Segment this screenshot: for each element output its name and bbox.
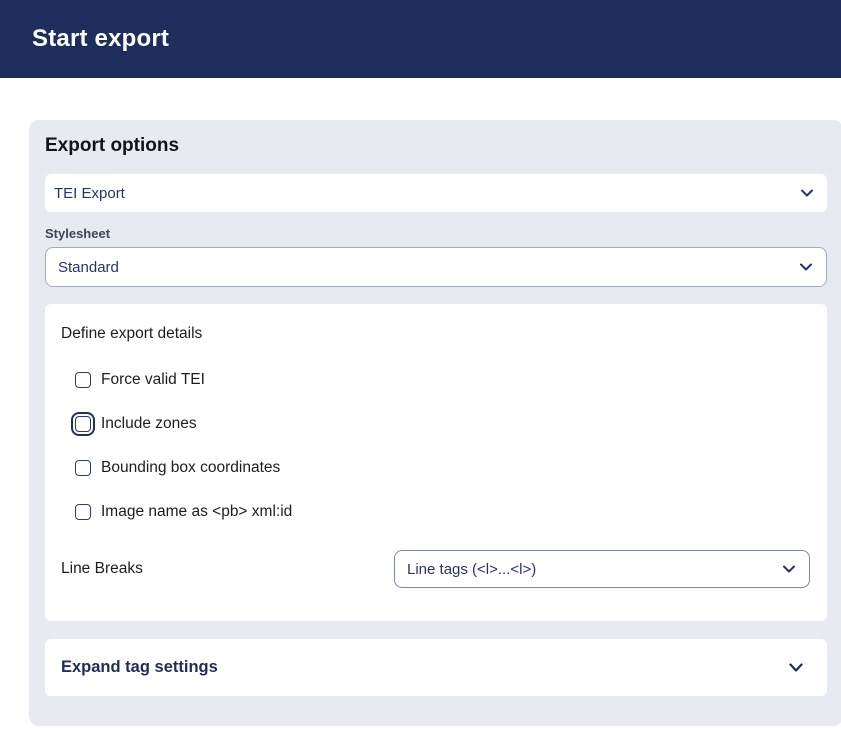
expand-tag-settings-label: Expand tag settings: [61, 658, 218, 677]
export-details-card: Define export details Force valid TEI In…: [45, 304, 827, 621]
bounding-box-coordinates-checkbox[interactable]: [75, 460, 91, 476]
chevron-down-icon: [801, 189, 813, 197]
checkbox-row-include-zones: Include zones: [75, 414, 811, 434]
line-breaks-label: Line Breaks: [61, 560, 394, 578]
panel-title: Export options: [45, 135, 827, 157]
chevron-down-icon: [800, 263, 812, 271]
image-name-pb-xmlid-checkbox[interactable]: [75, 504, 91, 520]
checkbox-row-bounding-box: Bounding box coordinates: [75, 458, 811, 478]
stylesheet-label: Stylesheet: [45, 226, 827, 241]
chevron-down-icon: [783, 565, 795, 573]
expand-tag-settings-toggle[interactable]: Expand tag settings: [45, 639, 827, 696]
chevron-down-icon: [789, 663, 803, 672]
stylesheet-select[interactable]: Standard: [45, 247, 827, 287]
line-breaks-row: Line Breaks Line tags (<l>...<l>): [61, 550, 811, 588]
export-type-value: TEI Export: [54, 185, 125, 202]
line-breaks-select[interactable]: Line tags (<l>...<l>): [394, 550, 810, 588]
line-breaks-value: Line tags (<l>...<l>): [407, 561, 536, 578]
export-type-select[interactable]: TEI Export: [45, 174, 827, 212]
title-bar: Start export: [0, 0, 841, 78]
checkbox-label[interactable]: Force valid TEI: [101, 371, 205, 389]
details-title: Define export details: [61, 324, 811, 344]
checkbox-label[interactable]: Include zones: [101, 415, 197, 433]
checkbox-list: Force valid TEI Include zones Bounding b…: [75, 370, 811, 522]
checkbox-label[interactable]: Image name as <pb> xml:id: [101, 503, 292, 521]
checkbox-label[interactable]: Bounding box coordinates: [101, 459, 280, 477]
export-options-panel: Export options TEI Export Stylesheet Sta…: [29, 120, 841, 726]
force-valid-tei-checkbox[interactable]: [75, 372, 91, 388]
include-zones-checkbox[interactable]: [75, 416, 91, 432]
stylesheet-value: Standard: [58, 259, 119, 276]
checkbox-row-image-name: Image name as <pb> xml:id: [75, 502, 811, 522]
checkbox-row-force-valid-tei: Force valid TEI: [75, 370, 811, 390]
page-title: Start export: [32, 25, 169, 53]
